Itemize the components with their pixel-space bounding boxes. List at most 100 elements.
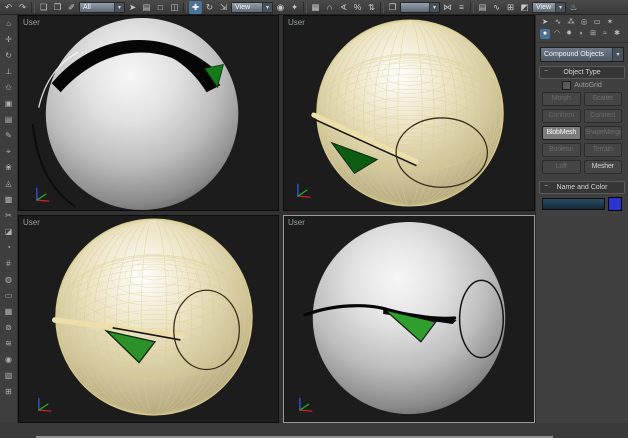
shapes-subtab-icon[interactable]: ◠	[552, 29, 562, 39]
connect-button: Connect	[583, 109, 622, 123]
unlink-selection-icon[interactable]: ❐	[51, 1, 64, 14]
undo-icon[interactable]: ↶	[2, 1, 15, 14]
window-crossing-icon[interactable]: ◫	[168, 1, 181, 14]
left-tool-6-icon[interactable]: ▣	[2, 98, 15, 110]
curve-editor-icon[interactable]: ∿	[490, 1, 503, 14]
left-tool-7-icon[interactable]: ▤	[2, 114, 15, 126]
collapse-icon[interactable]: −	[544, 182, 548, 192]
spinner-snap-icon[interactable]: ⇅	[365, 1, 378, 14]
left-tool-20-icon[interactable]: ⊚	[2, 322, 15, 334]
select-and-manipulate-icon[interactable]: ✦	[288, 1, 301, 14]
dropdown-value: All	[83, 3, 91, 11]
left-tool-23-icon[interactable]: ▧	[2, 370, 15, 382]
mesher-button[interactable]: Mesher	[583, 160, 622, 174]
name-and-color-row	[539, 194, 625, 214]
select-and-move-icon[interactable]: ✚	[189, 0, 202, 14]
left-tool-17-icon[interactable]: ◍	[2, 274, 15, 286]
autogrid-checkbox[interactable]	[562, 81, 572, 90]
hierarchy-tab-icon[interactable]: ⁂	[566, 17, 576, 27]
select-and-link-icon[interactable]: ❏	[37, 1, 50, 14]
left-tool-4-icon[interactable]: ⊥	[2, 66, 15, 78]
left-tool-12-icon[interactable]: ▩	[2, 194, 15, 206]
left-tool-8-icon[interactable]: ✎	[2, 130, 15, 142]
layer-manager-icon[interactable]: ▤	[476, 1, 489, 14]
chevron-down-icon[interactable]: ▾	[429, 2, 439, 12]
left-tool-2-icon[interactable]: ✛	[2, 34, 15, 46]
left-tool-3-icon[interactable]: ↻	[2, 50, 15, 62]
viewport-top-left[interactable]: User	[18, 15, 279, 211]
select-and-rotate-icon[interactable]: ↻	[203, 1, 216, 14]
bind-to-space-warp-icon[interactable]: ✐	[65, 1, 78, 14]
angle-snap-icon[interactable]: ∢	[337, 1, 350, 14]
reference-coordinate-dropdown[interactable]: View ▾	[231, 1, 273, 13]
name-and-color-rollout-header[interactable]: − Name and Color	[539, 181, 625, 194]
left-tool-18-icon[interactable]: ▭	[2, 290, 15, 302]
keyboard-override-icon[interactable]: ▦	[309, 1, 322, 14]
toolbar-separator	[183, 1, 187, 13]
left-tool-15-icon[interactable]: ◔	[2, 242, 15, 254]
create-tab-icon[interactable]: ➤	[540, 17, 550, 27]
left-tool-22-icon[interactable]: ◉	[2, 354, 15, 366]
chevron-down-icon[interactable]: ▾	[114, 2, 124, 12]
material-editor-icon[interactable]: ◩	[518, 1, 531, 14]
object-color-swatch[interactable]	[608, 197, 622, 211]
left-tool-14-icon[interactable]: ◪	[2, 226, 15, 238]
left-tool-16-icon[interactable]: #	[2, 258, 15, 270]
display-tab-icon[interactable]: ▭	[592, 17, 602, 27]
named-selection-sets-dropdown[interactable]: ▾	[400, 1, 440, 13]
modify-tab-icon[interactable]: ∿	[553, 17, 563, 27]
scatter-button: Scatter	[583, 92, 622, 106]
create-category-tabs: ● ◠ ✹ ◗ ⊞ ≈ ✱	[536, 28, 628, 43]
viewport-bottom-right[interactable]: User	[283, 215, 535, 423]
geometry-subtab-icon[interactable]: ●	[540, 29, 550, 39]
chevron-down-icon[interactable]: ▾	[262, 2, 272, 12]
rectangular-selection-region-icon[interactable]: □	[154, 1, 167, 14]
viewport-bottom-left[interactable]: User	[18, 215, 279, 423]
left-tool-13-icon[interactable]: ✂	[2, 210, 15, 222]
viewport-label[interactable]: User	[288, 218, 305, 227]
systems-subtab-icon[interactable]: ✱	[612, 29, 622, 39]
left-tool-5-icon[interactable]: ✩	[2, 82, 15, 94]
select-by-name-icon[interactable]: ▤	[140, 1, 153, 14]
chevron-down-icon[interactable]: ▾	[612, 48, 623, 61]
blobmesh-button[interactable]: BlobMesh	[542, 126, 581, 140]
left-tool-19-icon[interactable]: ▦	[2, 306, 15, 318]
snap-toggle-3d-icon[interactable]: ∩	[323, 1, 336, 14]
object-name-field[interactable]	[542, 198, 605, 210]
align-icon[interactable]: ≡	[455, 1, 468, 14]
spacewarps-subtab-icon[interactable]: ≈	[600, 29, 610, 39]
select-and-scale-icon[interactable]: ⇲	[217, 1, 230, 14]
motion-tab-icon[interactable]: ◎	[579, 17, 589, 27]
left-tool-9-icon[interactable]: ⌖	[2, 146, 15, 158]
left-tool-10-icon[interactable]: ❀	[2, 162, 15, 174]
left-tool-1-icon[interactable]: ⌂	[2, 18, 15, 30]
selection-filter-dropdown[interactable]: All ▾	[79, 1, 125, 13]
edit-named-selection-sets-icon[interactable]: ❒	[386, 1, 399, 14]
viewport-top-right[interactable]: User	[283, 15, 535, 211]
collapse-icon[interactable]: −	[544, 67, 548, 77]
conform-button: Conform	[542, 109, 581, 123]
chevron-down-icon[interactable]: ▾	[555, 2, 565, 12]
viewport-label[interactable]: User	[23, 18, 40, 27]
render-production-icon[interactable]: ♨	[567, 1, 580, 14]
viewport-label[interactable]: User	[288, 18, 305, 27]
utilities-tab-icon[interactable]: ✶	[605, 17, 615, 27]
render-viewport-dropdown[interactable]: View ▾	[532, 1, 566, 13]
schematic-view-icon[interactable]: ⊞	[504, 1, 517, 14]
rollout-title: Name and Color	[556, 184, 608, 191]
helpers-subtab-icon[interactable]: ⊞	[588, 29, 598, 39]
lights-subtab-icon[interactable]: ✹	[564, 29, 574, 39]
left-tool-11-icon[interactable]: ◬	[2, 178, 15, 190]
cameras-subtab-icon[interactable]: ◗	[576, 29, 586, 39]
3ds-max-window: ↶ ↷ ❏ ❐ ✐ All ▾ ➤ ▤ □ ◫ ✚ ↻ ⇲ View ▾ ◉ ✦ ▦ ∩ ∢% ⇅ ❒ ▾ ⋈ ≡ ▤ ∿ ⊞ ◩ View…	[0, 0, 628, 438]
percent-snap-icon[interactable]: %	[351, 1, 364, 14]
mirror-icon[interactable]: ⋈	[441, 1, 454, 14]
select-object-icon[interactable]: ➤	[126, 1, 139, 14]
viewport-label[interactable]: User	[23, 218, 40, 227]
redo-icon[interactable]: ↷	[16, 1, 29, 14]
left-tool-21-icon[interactable]: ≋	[2, 338, 15, 350]
object-category-dropdown[interactable]: Compound Objects ▾	[540, 47, 624, 62]
left-tool-24-icon[interactable]: ⊞	[2, 386, 15, 398]
use-pivot-center-icon[interactable]: ◉	[274, 1, 287, 14]
object-type-rollout-header[interactable]: − Object Type	[539, 66, 625, 79]
